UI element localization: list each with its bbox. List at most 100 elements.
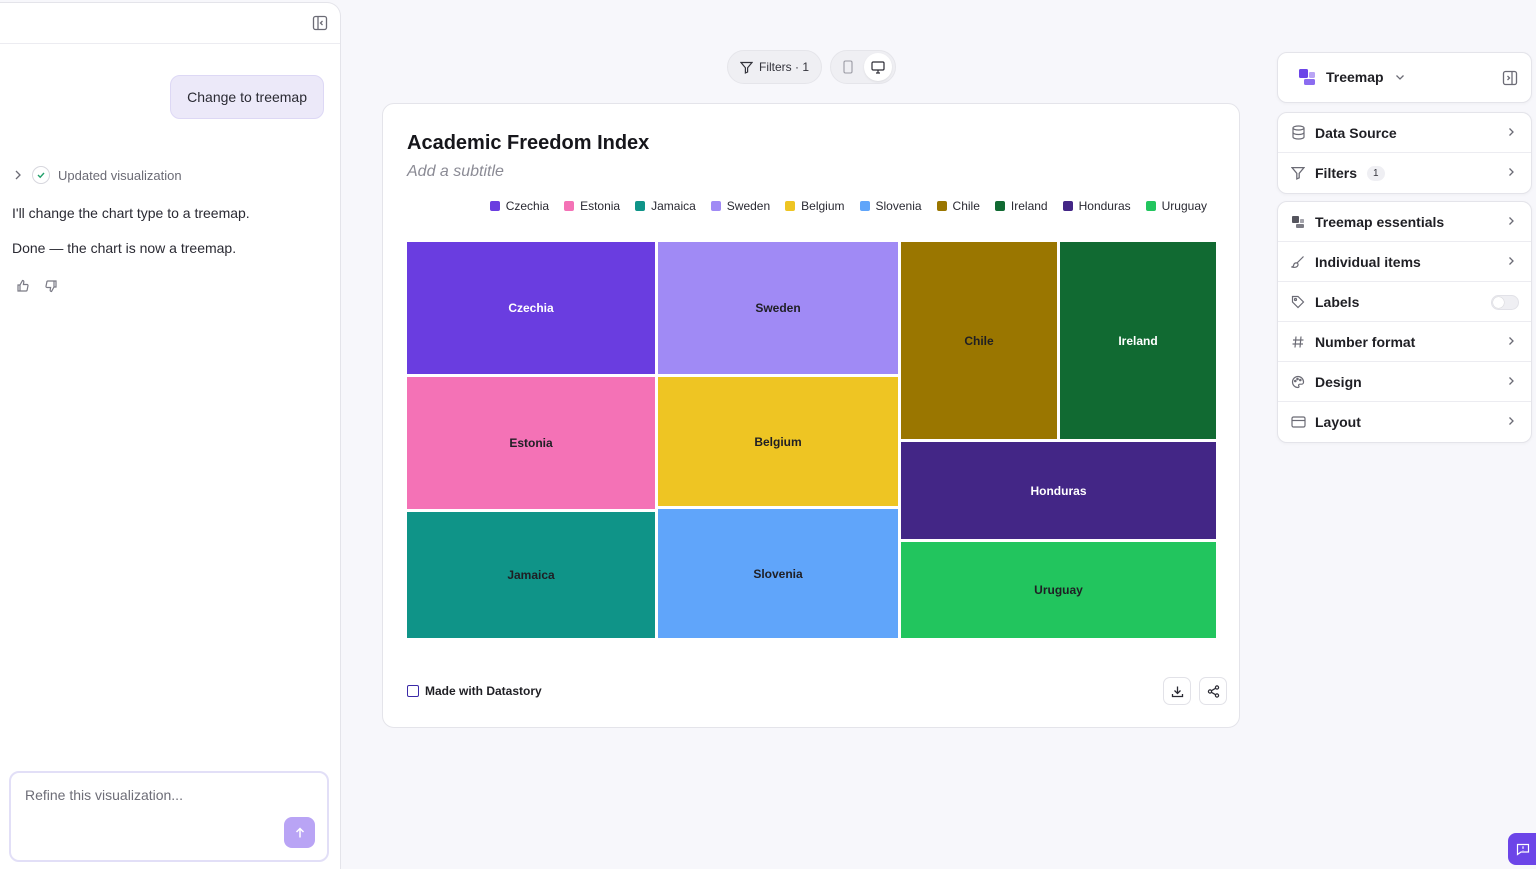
legend-label: Jamaica bbox=[651, 199, 696, 213]
legend-label: Honduras bbox=[1078, 199, 1131, 213]
tag-icon bbox=[1290, 294, 1306, 310]
treemap-rect[interactable]: Jamaica bbox=[407, 512, 655, 638]
chevron-right-icon bbox=[1505, 166, 1517, 178]
legend-label: Estonia bbox=[580, 199, 621, 213]
filter-icon bbox=[740, 61, 753, 74]
settings-filters[interactable]: Filters 1 bbox=[1278, 153, 1531, 193]
chevron-right-icon bbox=[1505, 335, 1517, 347]
feedback-row bbox=[16, 279, 58, 293]
treemap-label: Honduras bbox=[1030, 483, 1087, 498]
legend-label: Sweden bbox=[726, 199, 771, 213]
collapse-settings-icon[interactable] bbox=[1502, 70, 1518, 86]
thumbs-up-icon[interactable] bbox=[16, 279, 30, 293]
share-button[interactable] bbox=[1199, 677, 1227, 705]
step-label: Updated visualization bbox=[58, 167, 182, 183]
download-button[interactable] bbox=[1163, 677, 1191, 705]
legend-item[interactable]: Ireland bbox=[994, 199, 1048, 213]
treemap-label: Ireland bbox=[1118, 333, 1158, 348]
treemap-rect[interactable]: Ireland bbox=[1060, 242, 1216, 439]
legend-swatch bbox=[1145, 201, 1156, 211]
chart-type-dropdown[interactable]: Treemap bbox=[1298, 68, 1406, 86]
treemap-rect[interactable]: Chile bbox=[901, 242, 1057, 439]
chevron-right-icon bbox=[1505, 215, 1517, 227]
chart-legend: Czechia Estonia Jamaica Sweden Belgium Sloven… bbox=[489, 199, 1207, 213]
top-toolbar: Filters · 1 bbox=[727, 50, 897, 84]
treemap-rect[interactable]: Estonia bbox=[407, 377, 655, 509]
chart-settings-group: Treemap essentials Individual items Labe… bbox=[1277, 201, 1532, 443]
chat-panel: Change to treemap Updated visualization … bbox=[0, 2, 341, 869]
chart-type-selector[interactable]: Treemap bbox=[1277, 52, 1532, 103]
download-icon bbox=[1171, 686, 1183, 697]
chevron-right-icon bbox=[1505, 255, 1517, 267]
chevron-right-icon bbox=[1505, 126, 1517, 138]
legend-item[interactable]: Sweden bbox=[710, 199, 771, 213]
legend-swatch bbox=[710, 201, 721, 211]
legend-label: Belgium bbox=[801, 199, 845, 213]
treemap-rect[interactable]: Slovenia bbox=[658, 509, 898, 638]
settings-number-format[interactable]: Number format bbox=[1278, 322, 1531, 362]
settings-label: Treemap essentials bbox=[1315, 213, 1445, 230]
treemap-label: Estonia bbox=[509, 436, 553, 450]
labels-toggle[interactable] bbox=[1491, 295, 1519, 310]
chevron-right-icon bbox=[1505, 375, 1517, 387]
phone-icon bbox=[843, 60, 853, 74]
settings-label: Layout bbox=[1315, 414, 1361, 430]
monitor-icon bbox=[871, 60, 885, 74]
chart-title[interactable]: Academic Freedom Index bbox=[407, 132, 649, 155]
share-icon bbox=[1207, 684, 1219, 698]
chart-subtitle[interactable]: Add a subtitle bbox=[407, 163, 504, 181]
ai-message: I'll change the chart type to a treemap. bbox=[12, 205, 250, 221]
legend-item[interactable]: Czechia bbox=[489, 199, 550, 213]
settings-label: Individual items bbox=[1315, 253, 1421, 270]
treemap-label: Jamaica bbox=[507, 568, 555, 582]
thumbs-down-icon[interactable] bbox=[44, 279, 58, 293]
legend-item[interactable]: Estonia bbox=[564, 199, 620, 213]
send-button[interactable] bbox=[284, 817, 315, 848]
treemap-rect[interactable]: Belgium bbox=[658, 377, 898, 506]
chevron-right-icon bbox=[12, 169, 24, 181]
filter-count-badge: 1 bbox=[1367, 165, 1385, 181]
settings-label: Labels bbox=[1315, 293, 1360, 310]
legend-item[interactable]: Uruguay bbox=[1145, 199, 1207, 213]
settings-individual-items[interactable]: Individual items bbox=[1278, 242, 1531, 282]
chart-card: Academic Freedom Index Add a subtitle Cz… bbox=[382, 103, 1240, 728]
chevron-down-icon bbox=[1394, 71, 1406, 83]
feedback-fab-button[interactable] bbox=[1508, 833, 1536, 865]
legend-swatch bbox=[1062, 201, 1073, 211]
hash-icon bbox=[1290, 334, 1306, 350]
settings-design[interactable]: Design bbox=[1278, 362, 1531, 402]
step-row[interactable]: Updated visualization bbox=[12, 166, 182, 184]
check-icon bbox=[32, 166, 50, 184]
treemap-rect[interactable]: Sweden bbox=[658, 242, 898, 374]
treemap-label: Sweden bbox=[755, 301, 801, 315]
settings-labels[interactable]: Labels bbox=[1278, 282, 1531, 322]
settings-data-source[interactable]: Data Source bbox=[1278, 113, 1531, 153]
mobile-view-button[interactable] bbox=[834, 53, 862, 81]
desktop-view-button[interactable] bbox=[864, 53, 893, 81]
legend-item[interactable]: Belgium bbox=[785, 199, 845, 213]
treemap-rect[interactable]: Czechia bbox=[407, 242, 655, 374]
legend-item[interactable]: Chile bbox=[936, 199, 980, 213]
palette-icon bbox=[1290, 374, 1306, 390]
legend-swatch bbox=[994, 201, 1005, 211]
legend-item[interactable]: Slovenia bbox=[859, 199, 922, 213]
data-settings-group: Data Source Filters 1 bbox=[1277, 112, 1532, 194]
treemap-rect[interactable]: Honduras bbox=[901, 442, 1216, 539]
legend-label: Czechia bbox=[505, 199, 550, 213]
collapse-panel-icon[interactable] bbox=[312, 15, 328, 31]
treemap: Czechia Estonia Jamaica Sweden Belgium Sloven… bbox=[407, 242, 1216, 638]
settings-treemap-essentials[interactable]: Treemap essentials bbox=[1278, 202, 1531, 242]
settings-layout[interactable]: Layout bbox=[1278, 402, 1531, 442]
layout-icon bbox=[1290, 414, 1306, 430]
filters-button[interactable]: Filters · 1 bbox=[727, 50, 823, 84]
treemap-rect[interactable]: Uruguay bbox=[901, 542, 1216, 638]
legend-item[interactable]: Jamaica bbox=[635, 199, 696, 213]
made-with-brand[interactable]: Made with Datastory bbox=[407, 684, 542, 698]
refine-input[interactable] bbox=[25, 787, 275, 803]
chart-actions bbox=[1163, 677, 1227, 705]
legend-swatch bbox=[635, 201, 646, 211]
datastory-logo-icon bbox=[407, 685, 419, 697]
database-icon bbox=[1290, 125, 1306, 141]
ai-message: Done — the chart is now a treemap. bbox=[12, 240, 237, 256]
legend-item[interactable]: Honduras bbox=[1062, 199, 1131, 213]
